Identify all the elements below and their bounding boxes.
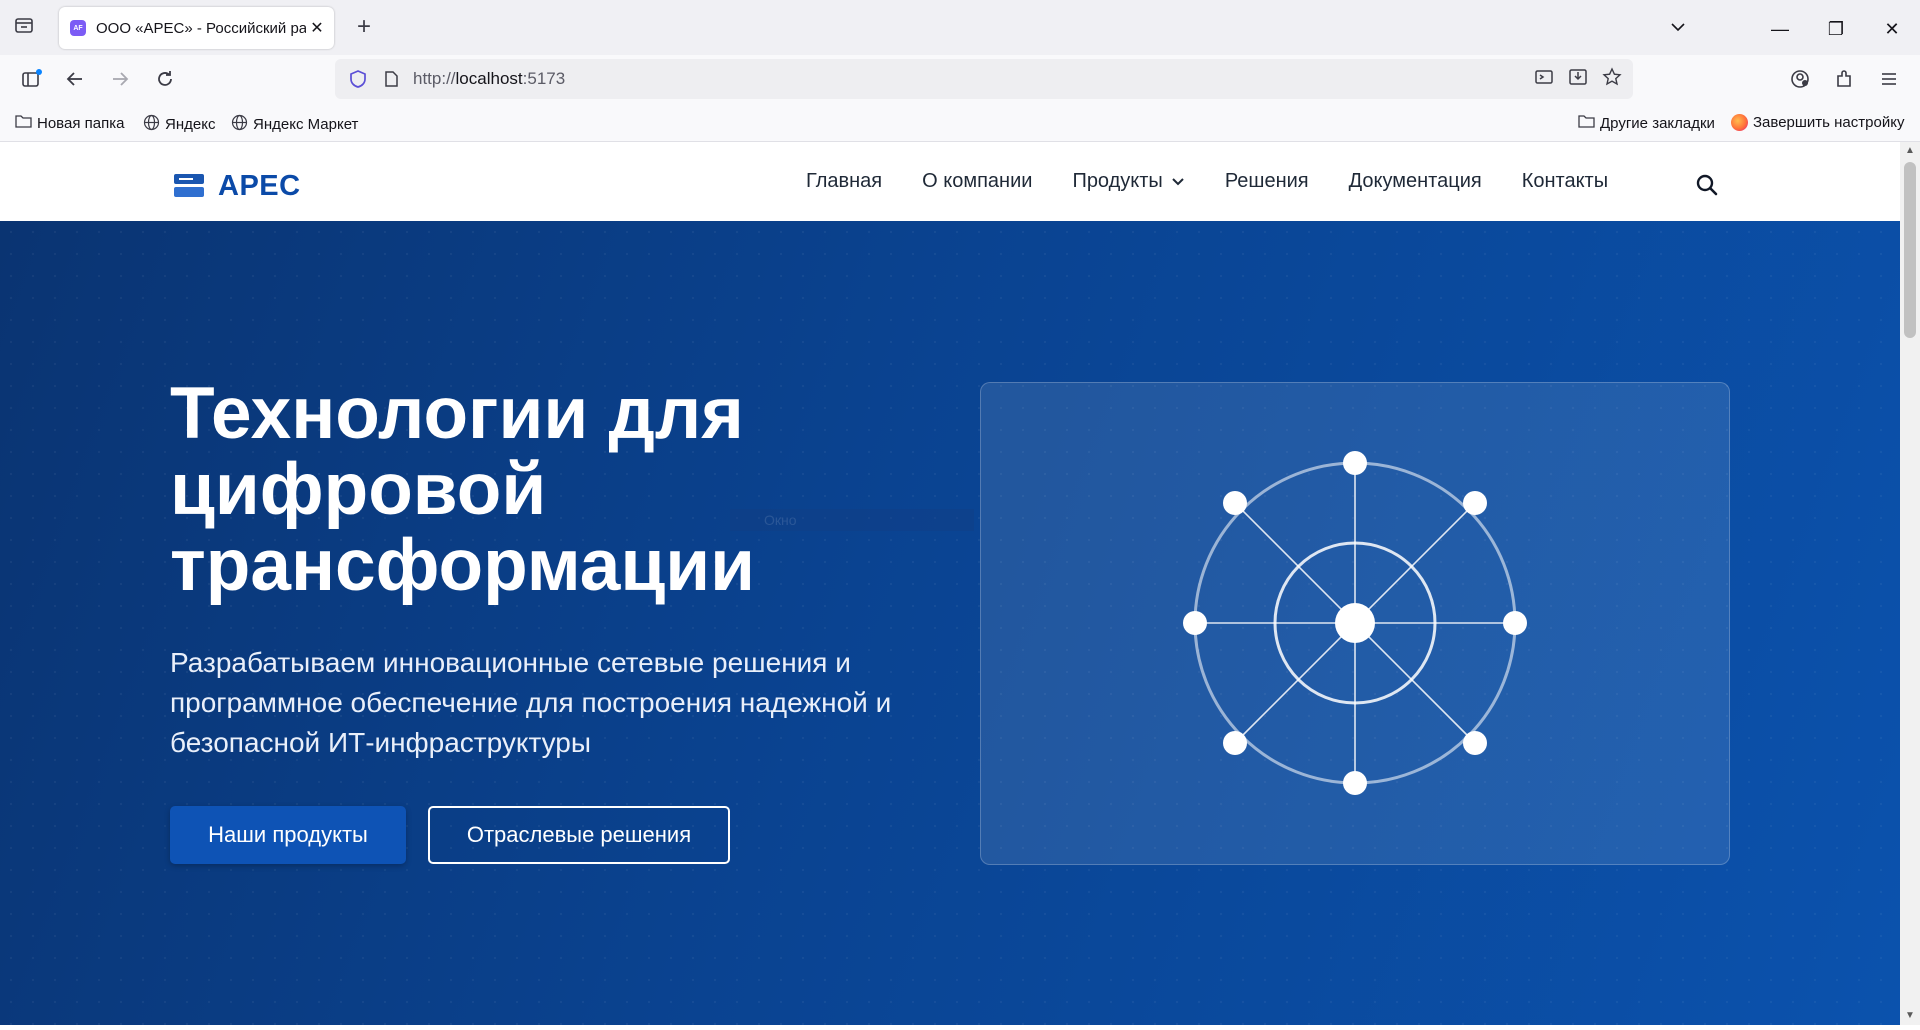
network-illustration-card bbox=[980, 382, 1730, 865]
menu-hamburger-icon[interactable] bbox=[1876, 68, 1902, 94]
page-scrollbar[interactable]: ▲ ▼ bbox=[1900, 142, 1920, 1025]
nav-label: Главная bbox=[806, 170, 883, 192]
nav-item-about[interactable]: О компании bbox=[922, 170, 1032, 193]
other-bookmarks-item[interactable]: Другие закладки bbox=[1577, 114, 1715, 133]
globe-icon bbox=[230, 114, 248, 135]
sidebar-toggle-icon[interactable] bbox=[18, 68, 44, 94]
install-app-icon[interactable] bbox=[1565, 67, 1591, 91]
nav-label: Документация bbox=[1348, 170, 1482, 192]
bookmark-item-yandex-market[interactable]: Яндекс Маркет bbox=[230, 114, 358, 135]
nav-label: Решения bbox=[1224, 170, 1309, 192]
extensions-puzzle-icon[interactable] bbox=[1831, 68, 1857, 94]
nav-item-contacts[interactable]: Контакты bbox=[1522, 170, 1608, 193]
scroll-up-arrow-icon[interactable]: ▲ bbox=[1900, 142, 1920, 160]
account-icon[interactable] bbox=[1787, 68, 1813, 94]
close-window-button[interactable]: ✕ bbox=[1864, 19, 1920, 40]
bookmark-label: Новая папка bbox=[37, 115, 125, 132]
search-icon[interactable] bbox=[1695, 173, 1719, 197]
page-viewport: АРЕС Главная О компании Продукты Решения… bbox=[0, 142, 1900, 1025]
ghost-tooltip: Окно bbox=[730, 509, 974, 531]
tab-close-icon[interactable]: ✕ bbox=[308, 18, 326, 38]
logo-icon bbox=[174, 173, 204, 200]
bookmark-label: Завершить настройку bbox=[1753, 114, 1905, 131]
nav-label: Контакты bbox=[1521, 170, 1609, 192]
tab-favicon-icon: AF bbox=[70, 20, 86, 36]
firefox-logo-icon bbox=[1731, 114, 1748, 131]
scroll-down-arrow-icon[interactable]: ▼ bbox=[1900, 1007, 1920, 1025]
nav-label: Продукты bbox=[1072, 170, 1163, 192]
chevron-down-icon bbox=[1171, 170, 1185, 193]
hero-section: Технологии для цифровой трансформации Ок… bbox=[0, 221, 1900, 1025]
new-tab-button[interactable]: + bbox=[350, 13, 378, 41]
browser-tab-active[interactable]: AF ООО «АРЕС» - Российский разработчик ✕ bbox=[59, 7, 334, 49]
nav-item-home[interactable]: Главная bbox=[806, 170, 882, 193]
tab-title: ООО «АРЕС» - Российский разработчик bbox=[96, 19, 306, 37]
bookmark-star-icon[interactable] bbox=[1599, 67, 1625, 91]
tab-list-icon[interactable] bbox=[12, 14, 36, 38]
browser-toolbar: http://localhost:5173 bbox=[0, 55, 1920, 105]
back-arrow-icon[interactable] bbox=[62, 68, 88, 94]
main-navigation: Главная О компании Продукты Решения Доку… bbox=[806, 170, 1648, 193]
logo-text: АРЕС bbox=[218, 170, 301, 202]
industry-solutions-button[interactable]: Отраслевые решения bbox=[428, 806, 730, 864]
bookmark-folder-item[interactable]: Новая папка bbox=[14, 114, 124, 133]
nav-item-solutions[interactable]: Решения bbox=[1225, 170, 1309, 193]
list-all-tabs-icon[interactable] bbox=[1650, 18, 1706, 41]
nav-item-documentation[interactable]: Документация bbox=[1349, 170, 1482, 193]
page-info-icon[interactable] bbox=[381, 69, 401, 89]
reload-icon[interactable] bbox=[152, 68, 178, 94]
folder-icon bbox=[1577, 114, 1595, 133]
browser-tab-strip: AF ООО «АРЕС» - Российский разработчик ✕… bbox=[0, 0, 1920, 56]
reader-view-icon[interactable] bbox=[1531, 67, 1557, 91]
bookmark-label: Яндекс bbox=[165, 116, 216, 133]
bookmarks-toolbar: Новая папка Яндекс Яндекс Маркет Другие … bbox=[0, 105, 1920, 142]
minimize-button[interactable]: — bbox=[1752, 19, 1808, 40]
bookmark-item-yandex[interactable]: Яндекс bbox=[142, 114, 215, 135]
bookmark-label: Другие закладки bbox=[1600, 115, 1715, 132]
network-hub-icon bbox=[1183, 451, 1527, 795]
our-products-button[interactable]: Наши продукты bbox=[170, 806, 406, 864]
forward-arrow-icon[interactable] bbox=[107, 68, 133, 94]
nav-label: О компании bbox=[922, 170, 1033, 192]
nav-item-products[interactable]: Продукты bbox=[1072, 170, 1184, 193]
hero-title: Технологии для цифровой трансформации bbox=[170, 373, 756, 606]
site-logo[interactable]: АРЕС bbox=[174, 170, 301, 203]
finish-setup-item[interactable]: Завершить настройку bbox=[1731, 114, 1904, 131]
scrollbar-thumb[interactable] bbox=[1904, 162, 1916, 338]
globe-icon bbox=[142, 114, 160, 135]
restore-button[interactable]: ❐ bbox=[1808, 19, 1864, 40]
bookmark-label: Яндекс Маркет bbox=[253, 116, 359, 133]
hero-subtitle: Разрабатываем инновационные сетевые реше… bbox=[170, 647, 892, 758]
url-text: http://localhost:5173 bbox=[413, 69, 566, 88]
folder-icon bbox=[14, 114, 32, 133]
site-header: АРЕС Главная О компании Продукты Решения… bbox=[0, 142, 1900, 221]
tracking-protection-shield-icon[interactable] bbox=[347, 68, 369, 90]
address-bar[interactable]: http://localhost:5173 bbox=[335, 59, 1633, 99]
